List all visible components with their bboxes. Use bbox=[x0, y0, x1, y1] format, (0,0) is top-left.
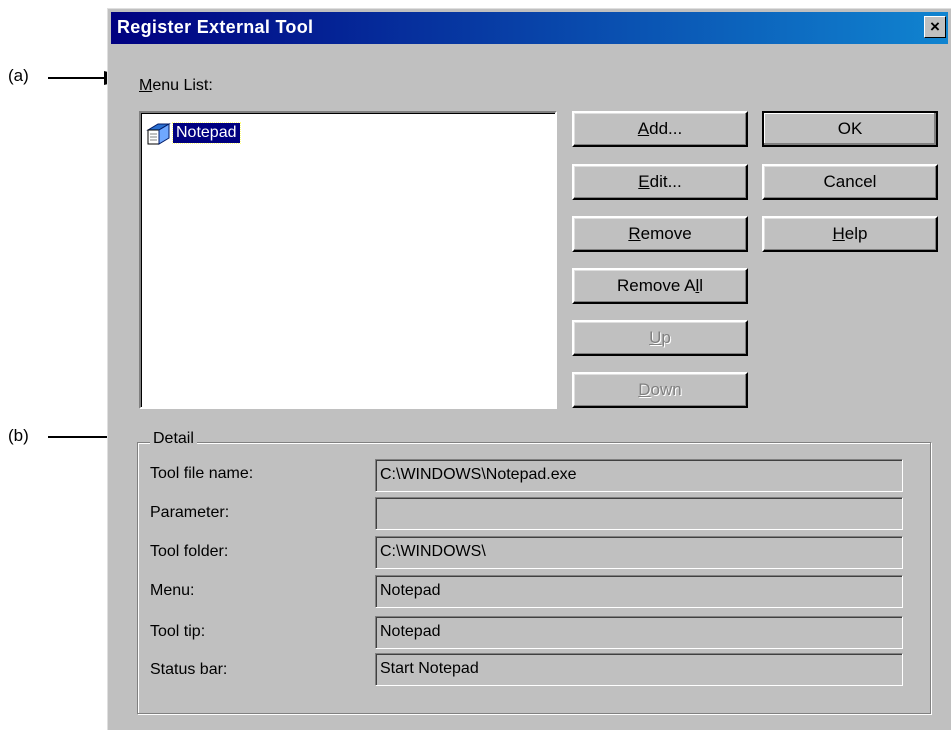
parameter-field bbox=[375, 497, 903, 530]
tool-file-name-field: C:\WINDOWS\Notepad.exe bbox=[375, 459, 903, 492]
add-button[interactable]: Add... bbox=[572, 111, 748, 147]
up-button[interactable]: Up bbox=[572, 320, 748, 356]
list-item-label: Notepad bbox=[172, 122, 241, 144]
tool-tip-field: Notepad bbox=[375, 616, 903, 649]
detail-group-title: Detail bbox=[150, 430, 197, 448]
down-button[interactable]: Down bbox=[572, 372, 748, 408]
menu-list-label: Menu List: bbox=[139, 77, 213, 94]
callout-b-label: (b) bbox=[8, 426, 29, 445]
status-bar-field: Start Notepad bbox=[375, 653, 903, 686]
ok-button[interactable]: OK bbox=[762, 111, 938, 147]
remove-button[interactable]: Remove bbox=[572, 216, 748, 252]
title-bar[interactable]: Register External Tool × bbox=[111, 12, 948, 44]
menu-label: Menu: bbox=[150, 582, 195, 599]
menu-list-box[interactable]: Notepad bbox=[139, 111, 557, 409]
remove-all-button[interactable]: Remove All bbox=[572, 268, 748, 304]
close-button[interactable]: × bbox=[924, 16, 946, 38]
tool-tip-label: Tool tip: bbox=[150, 623, 206, 640]
help-button[interactable]: Help bbox=[762, 216, 938, 252]
close-icon: × bbox=[930, 17, 940, 36]
list-item-notepad[interactable]: Notepad bbox=[145, 119, 241, 147]
tool-file-name-label: Tool file name: bbox=[150, 465, 254, 482]
callout-a-label: (a) bbox=[8, 66, 29, 85]
register-external-tool-dialog: Register External Tool × Menu List: Note… bbox=[107, 8, 951, 730]
dialog-title: Register External Tool bbox=[117, 17, 314, 37]
status-bar-label: Status bar: bbox=[150, 661, 228, 678]
menu-field: Notepad bbox=[375, 575, 903, 608]
edit-button[interactable]: Edit... bbox=[572, 164, 748, 200]
tool-folder-field: C:\WINDOWS\ bbox=[375, 536, 903, 569]
tool-folder-label: Tool folder: bbox=[150, 543, 229, 560]
callout-a-line bbox=[48, 77, 108, 79]
parameter-label: Parameter: bbox=[150, 504, 230, 521]
cancel-button[interactable]: Cancel bbox=[762, 164, 938, 200]
notepad-icon bbox=[146, 123, 171, 145]
